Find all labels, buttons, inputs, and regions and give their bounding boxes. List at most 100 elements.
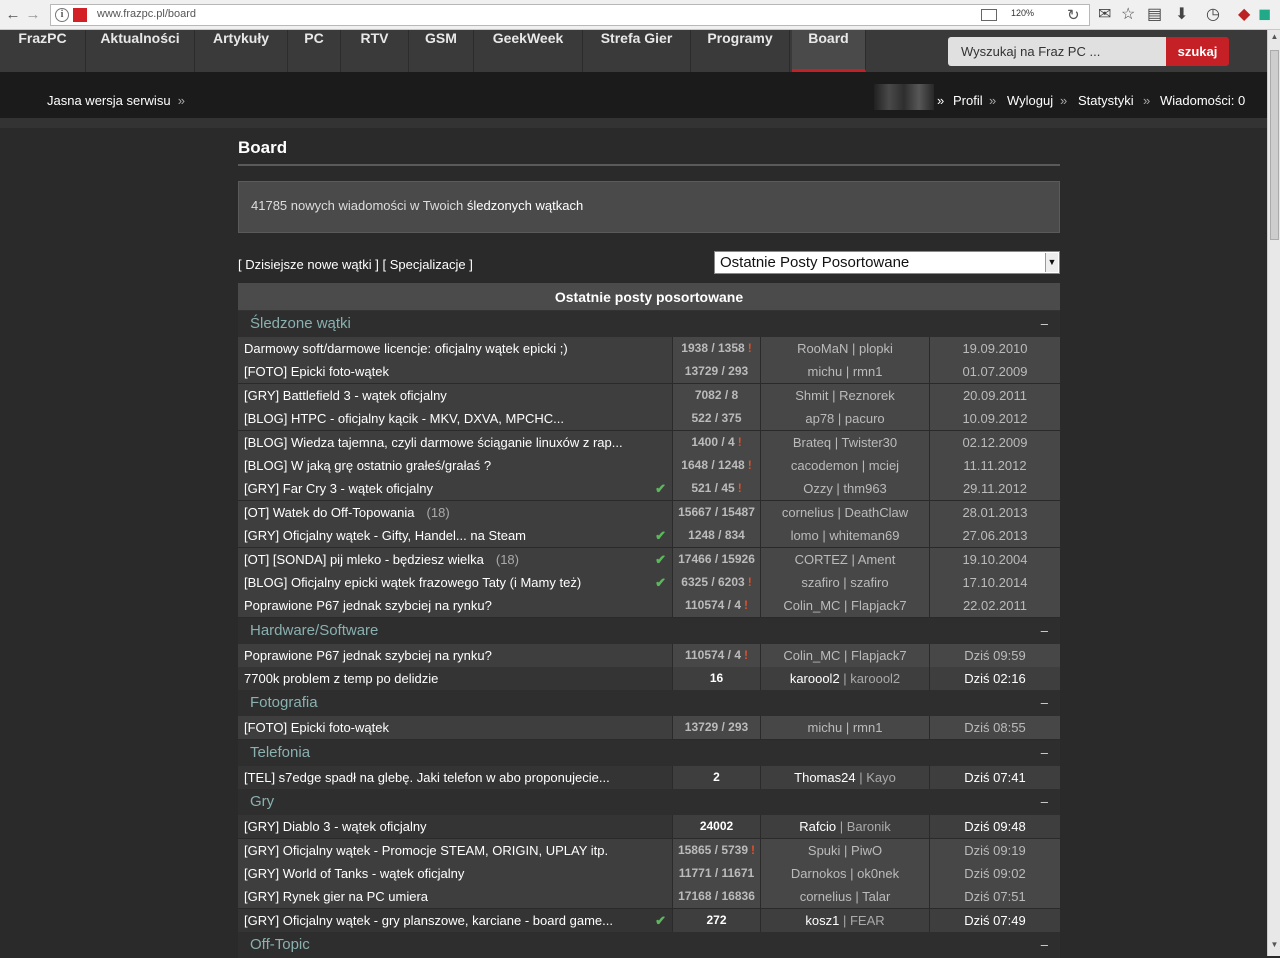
section-header[interactable]: Śledzone wątki – bbox=[238, 311, 1060, 337]
forward-icon[interactable]: → bbox=[24, 6, 42, 24]
followed-threads-link[interactable]: śledzonych wątkach bbox=[467, 198, 583, 213]
date-cell[interactable]: Dziś 07:41 bbox=[930, 765, 1060, 789]
thread-link[interactable]: [GRY] Far Cry 3 - wątek oficjalny bbox=[244, 481, 433, 496]
collapse-toggle[interactable]: – bbox=[1041, 618, 1048, 644]
thread-link[interactable]: [FOTO] Epicki foto-wątek bbox=[244, 720, 389, 735]
author-link[interactable]: Thomas24 bbox=[794, 770, 855, 785]
users-link[interactable]: michu | rmn1 bbox=[808, 720, 883, 735]
todays-threads-link[interactable]: Dzisiejsze nowe wątki bbox=[245, 257, 371, 272]
users-link[interactable]: cornelius | DeathClaw bbox=[782, 505, 908, 520]
section-header[interactable]: Gry – bbox=[238, 789, 1060, 816]
scroll-down-icon[interactable]: ▼ bbox=[1268, 940, 1280, 954]
thread-link[interactable]: [GRY] Oficjalny wątek - Gifty, Handel...… bbox=[244, 528, 526, 543]
collapse-toggle[interactable]: – bbox=[1041, 690, 1048, 716]
logout-link[interactable]: Wyloguj bbox=[1007, 93, 1053, 108]
last-poster-link[interactable]: FEAR bbox=[850, 913, 885, 928]
new-posts-icon[interactable]: ! bbox=[738, 435, 742, 449]
sort-select[interactable]: Ostatnie Posty Posortowane ▼ bbox=[714, 251, 1060, 274]
profile-link[interactable]: Profil bbox=[953, 93, 983, 108]
search-input[interactable]: Wyszukaj na Fraz PC ... bbox=[948, 37, 1166, 66]
thread-link[interactable]: [GRY] Oficjalny wątek - gry planszowe, k… bbox=[244, 913, 613, 928]
last-poster-link[interactable]: Baronik bbox=[847, 819, 891, 834]
users-link[interactable]: Ozzy | thm963 bbox=[803, 481, 887, 496]
new-posts-icon[interactable]: ! bbox=[744, 648, 748, 662]
users-link[interactable]: Darnokos | ok0nek bbox=[791, 866, 899, 881]
author-link[interactable]: Rafcio bbox=[799, 819, 836, 834]
messages-link[interactable]: Wiadomości: 0 bbox=[1160, 93, 1245, 108]
light-version-label[interactable]: Jasna wersja serwisu bbox=[47, 93, 171, 108]
address-bar[interactable]: i www.frazpc.pl/board 120% ↻ bbox=[50, 4, 1090, 26]
date-cell[interactable]: 19.10.2004 bbox=[930, 547, 1060, 571]
page-count-link[interactable]: (18) bbox=[496, 552, 519, 567]
info-icon[interactable]: i bbox=[55, 8, 69, 22]
date-cell[interactable]: Dziś 07:51 bbox=[930, 885, 1060, 909]
new-posts-icon[interactable]: ! bbox=[751, 843, 755, 857]
date-cell[interactable]: 27.06.2013 bbox=[930, 524, 1060, 548]
last-poster-link[interactable]: Kayo bbox=[866, 770, 896, 785]
thread-link[interactable]: [OT] [SONDA] pij mleko - będziesz wielka bbox=[244, 552, 484, 567]
date-cell[interactable]: 10.09.2012 bbox=[930, 407, 1060, 431]
thread-link[interactable]: [FOTO] Epicki foto-wątek bbox=[244, 364, 389, 379]
date-cell[interactable]: Dziś 09:02 bbox=[930, 862, 1060, 886]
nav-item-rtv[interactable]: RTV bbox=[341, 30, 409, 72]
thread-link[interactable]: [BLOG] Oficjalny epicki wątek frazowego … bbox=[244, 575, 581, 590]
addon-shield-icon[interactable]: ◆ bbox=[1238, 5, 1250, 25]
collapse-toggle[interactable]: – bbox=[1041, 740, 1048, 766]
new-posts-icon[interactable]: ! bbox=[748, 458, 752, 472]
url-text[interactable]: www.frazpc.pl/board bbox=[97, 8, 196, 20]
scroll-up-icon[interactable]: ▲ bbox=[1268, 32, 1280, 46]
thread-link[interactable]: [GRY] Battlefield 3 - wątek oficjalny bbox=[244, 388, 447, 403]
history-icon[interactable]: ◷ bbox=[1206, 5, 1220, 25]
thread-link[interactable]: Darmowy soft/darmowe licencje: oficjalny… bbox=[244, 341, 568, 356]
users-link[interactable]: Colin_MC | Flapjack7 bbox=[783, 648, 906, 663]
new-posts-icon[interactable]: ! bbox=[748, 341, 752, 355]
section-title[interactable]: Śledzone wątki bbox=[250, 315, 351, 332]
thread-link[interactable]: [BLOG] Wiedza tajemna, czyli darmowe ści… bbox=[244, 435, 623, 450]
stats-link[interactable]: Statystyki bbox=[1078, 93, 1134, 108]
date-cell[interactable]: Dziś 08:55 bbox=[930, 716, 1060, 740]
users-link[interactable]: ap78 | pacuro bbox=[805, 411, 884, 426]
new-posts-icon[interactable]: ! bbox=[748, 575, 752, 589]
bookmark-star-icon[interactable]: ☆ bbox=[1121, 5, 1135, 25]
reader-view-icon[interactable] bbox=[981, 9, 997, 21]
thread-link[interactable]: 7700k problem z temp po delidzie bbox=[244, 671, 438, 686]
section-title[interactable]: Fotografia bbox=[250, 694, 318, 711]
thread-link[interactable]: [OT] Watek do Off-Topowania bbox=[244, 505, 415, 520]
date-cell[interactable]: 17.10.2014 bbox=[930, 570, 1060, 594]
users-link[interactable]: Colin_MC | Flapjack7 bbox=[783, 598, 906, 613]
date-cell[interactable]: 29.11.2012 bbox=[930, 477, 1060, 501]
nav-item-pc[interactable]: PC bbox=[288, 30, 341, 72]
thread-link[interactable]: [GRY] Rynek gier na PC umiera bbox=[244, 889, 428, 904]
users-link[interactable]: cacodemon | mciej bbox=[791, 458, 899, 473]
nav-item-gsm[interactable]: GSM bbox=[409, 30, 474, 72]
collapse-toggle[interactable]: – bbox=[1041, 311, 1048, 337]
date-cell[interactable]: 01.07.2009 bbox=[930, 360, 1060, 384]
thread-link[interactable]: Poprawione P67 jednak szybciej na rynku? bbox=[244, 598, 492, 613]
users-link[interactable]: szafiro | szafiro bbox=[801, 575, 888, 590]
thread-link[interactable]: [BLOG] HTPC - oficjalny kącik - MKV, DXV… bbox=[244, 411, 564, 426]
addon-s-icon[interactable]: ◼ bbox=[1258, 5, 1271, 25]
nav-item-frazpc[interactable]: FrazPC bbox=[0, 30, 86, 72]
thread-link[interactable]: [GRY] World of Tanks - wątek oficjalny bbox=[244, 866, 464, 881]
zoom-level[interactable]: 120% bbox=[1011, 8, 1034, 18]
nav-item-geekweek[interactable]: GeekWeek bbox=[474, 30, 583, 72]
thread-link[interactable]: [BLOG] W jaką grę ostatnio grałeś/grałaś… bbox=[244, 458, 491, 473]
date-cell[interactable]: 02.12.2009 bbox=[930, 430, 1060, 454]
section-header[interactable]: Off-Topic – bbox=[238, 932, 1060, 958]
users-link[interactable]: Brateq | Twister30 bbox=[793, 435, 897, 450]
date-cell[interactable]: 20.09.2011 bbox=[930, 383, 1060, 407]
section-title[interactable]: Hardware/Software bbox=[250, 622, 378, 639]
date-cell[interactable]: Dziś 07:49 bbox=[930, 908, 1060, 932]
mail-icon[interactable]: ✉ bbox=[1098, 5, 1111, 25]
specializations-link[interactable]: Specjalizacje bbox=[390, 257, 466, 272]
date-cell[interactable]: 22.02.2011 bbox=[930, 594, 1060, 618]
thread-link[interactable]: Poprawione P67 jednak szybciej na rynku? bbox=[244, 648, 492, 663]
date-cell[interactable]: 11.11.2012 bbox=[930, 453, 1060, 477]
thread-link[interactable]: [GRY] Oficjalny wątek - Promocje STEAM, … bbox=[244, 843, 608, 858]
section-header[interactable]: Fotografia – bbox=[238, 690, 1060, 717]
section-header[interactable]: Telefonia – bbox=[238, 739, 1060, 766]
last-poster-link[interactable]: karoool2 bbox=[850, 671, 900, 686]
collapse-toggle[interactable]: – bbox=[1041, 932, 1048, 958]
download-icon[interactable]: ⬇ bbox=[1175, 5, 1188, 25]
avatar[interactable] bbox=[874, 84, 934, 110]
